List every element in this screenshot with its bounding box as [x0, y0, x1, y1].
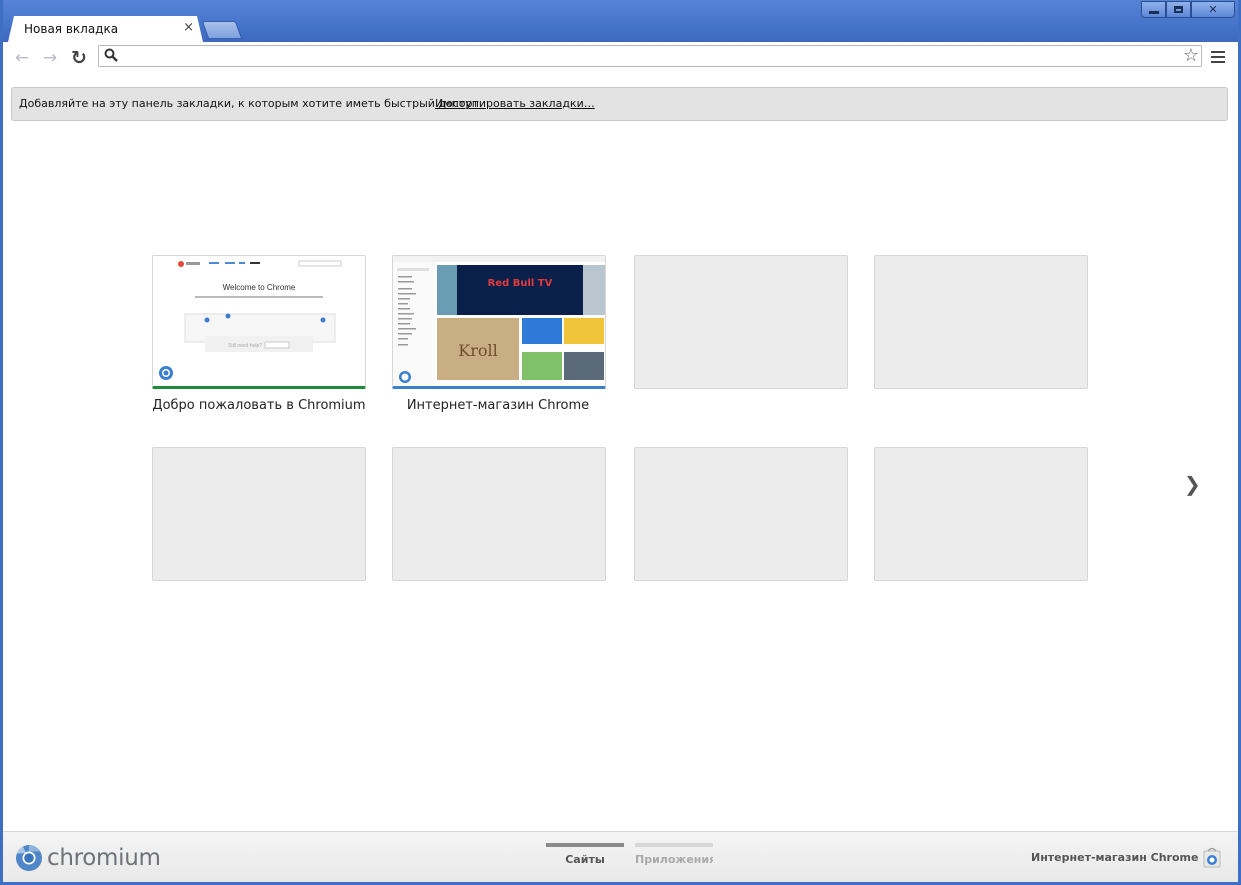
thumbnail-welcome: Welcome to Chrome Still need help?	[153, 256, 365, 385]
logo-text: chromium	[47, 845, 161, 871]
reload-button[interactable]: ↻	[68, 47, 90, 69]
tab-new-tab[interactable]: Новая вкладка ×	[8, 16, 203, 42]
close-icon: ✕	[1208, 3, 1218, 16]
search-icon	[104, 48, 118, 62]
web-store-link[interactable]: Интернет-магазин Chrome	[1031, 851, 1198, 864]
forward-button[interactable]: →	[39, 48, 61, 68]
tab-sites-label: Сайты	[565, 853, 605, 866]
tab-apps[interactable]: Приложения	[635, 843, 713, 866]
thumbnail-web-store: Red Bull TV Kroll	[393, 256, 605, 385]
empty-tile	[392, 447, 606, 581]
maximize-icon	[1174, 6, 1183, 13]
close-window-button[interactable]: ✕	[1191, 1, 1235, 18]
menu-icon-line	[1211, 51, 1225, 53]
empty-tile	[634, 255, 848, 389]
bookmark-bar: Добавляйте на эту панель закладки, к кот…	[11, 87, 1228, 121]
new-tab-button[interactable]	[201, 21, 243, 39]
empty-tile	[152, 447, 366, 581]
forward-arrow-icon: →	[42, 48, 58, 68]
bookmark-bar-hint: Добавляйте на эту панель закладки, к кот…	[19, 97, 483, 110]
import-bookmarks-link[interactable]: Импортировать закладки…	[435, 97, 595, 110]
minimize-icon	[1148, 11, 1159, 14]
empty-tile	[874, 255, 1088, 389]
minimize-button[interactable]	[1141, 1, 1166, 18]
back-arrow-icon: ←	[14, 48, 30, 68]
next-page-chevron-icon[interactable]: ❯	[1184, 472, 1201, 496]
tile-title[interactable]: Добро пожаловать в Chromium	[129, 398, 389, 413]
reload-icon: ↻	[71, 47, 87, 69]
most-visited-tile[interactable]: Red Bull TV Kroll	[392, 255, 606, 389]
active-section-bar	[546, 843, 624, 847]
window-controls: ✕	[1141, 1, 1235, 18]
thumb-store-tile: Kroll	[458, 341, 497, 360]
tab-title: Новая вкладка	[24, 22, 119, 36]
back-button[interactable]: ←	[11, 48, 33, 68]
empty-tile	[634, 447, 848, 581]
thumb-welcome-heading: Welcome to Chrome	[223, 283, 296, 292]
maximize-button[interactable]	[1166, 1, 1191, 18]
address-input[interactable]	[125, 47, 1179, 67]
thumb-store-banner: Red Bull TV	[488, 278, 553, 289]
tab-sites[interactable]: Сайты	[546, 843, 624, 866]
omnibox[interactable]: ☆	[98, 45, 1202, 67]
inactive-section-bar	[635, 843, 713, 847]
tile-title[interactable]: Интернет-магазин Chrome	[368, 398, 628, 413]
web-store-icon[interactable]	[1202, 846, 1222, 868]
menu-icon-line	[1211, 56, 1225, 58]
menu-button[interactable]	[1211, 51, 1225, 66]
chromium-logo-icon	[16, 844, 42, 871]
tab-close-icon[interactable]: ×	[183, 20, 194, 35]
ntp-footer: chromium Сайты Приложения Интернет-магаз…	[3, 831, 1238, 882]
menu-icon-line	[1211, 61, 1225, 63]
most-visited-tile[interactable]: Welcome to Chrome Still need help?	[152, 255, 366, 389]
toolbar: ← → ↻ ☆	[3, 42, 1238, 74]
tab-apps-label: Приложения	[635, 853, 713, 866]
chromium-logo: chromium	[15, 844, 161, 872]
thumb-welcome-help: Still need help?	[228, 343, 262, 349]
empty-tile	[874, 447, 1088, 581]
bookmark-star-icon[interactable]: ☆	[1183, 45, 1199, 66]
